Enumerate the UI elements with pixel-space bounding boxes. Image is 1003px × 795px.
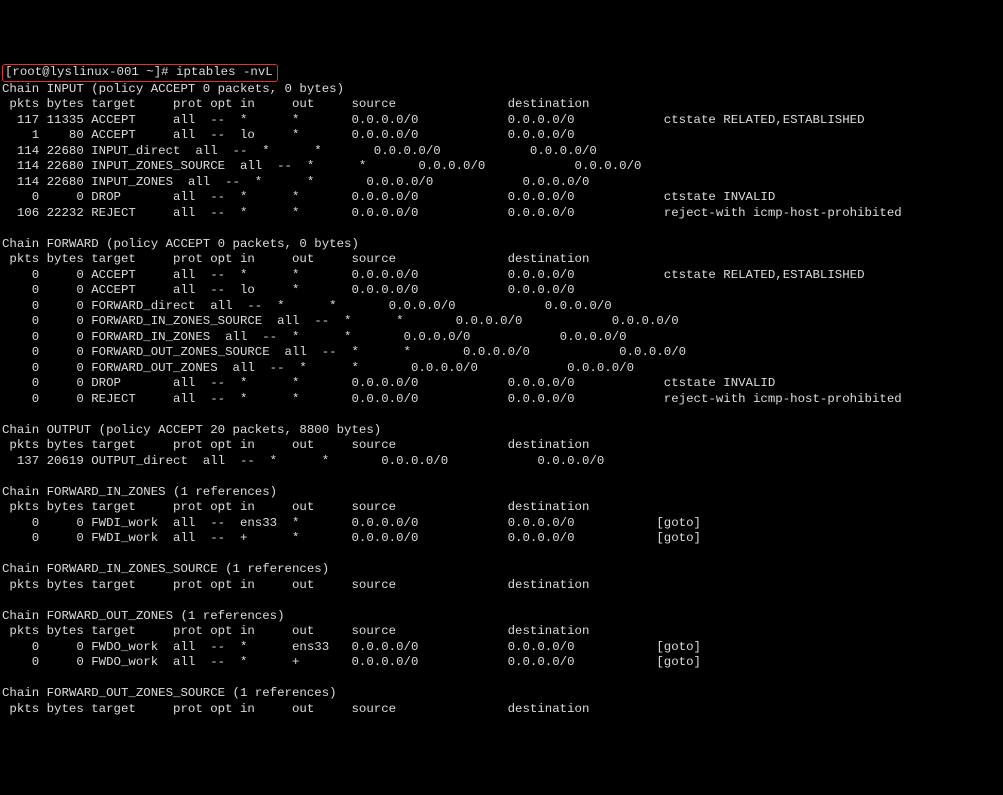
chain-header: Chain FORWARD_IN_ZONES (1 references) (2, 485, 1001, 501)
rule-row: 0 0 FORWARD_IN_ZONES all -- * * 0.0.0.0/… (2, 330, 1001, 346)
chain-header: Chain INPUT (policy ACCEPT 0 packets, 0 … (2, 82, 1001, 98)
rule-row: 0 0 FWDO_work all -- * ens33 0.0.0.0/0 0… (2, 640, 1001, 656)
rule-row: 0 0 FORWARD_OUT_ZONES all -- * * 0.0.0.0… (2, 361, 1001, 377)
rule-row: 106 22232 REJECT all -- * * 0.0.0.0/0 0.… (2, 206, 1001, 222)
rule-row: 137 20619 OUTPUT_direct all -- * * 0.0.0… (2, 454, 1001, 470)
column-header: pkts bytes target prot opt in out source… (2, 702, 1001, 718)
prompt-line[interactable]: [root@lyslinux-001 ~]# iptables -nvL (2, 64, 278, 82)
command-text: iptables -nvL (176, 65, 273, 79)
rule-row: 1 80 ACCEPT all -- lo * 0.0.0.0/0 0.0.0.… (2, 128, 1001, 144)
column-header: pkts bytes target prot opt in out source… (2, 438, 1001, 454)
rule-row: 114 22680 INPUT_ZONES_SOURCE all -- * * … (2, 159, 1001, 175)
rule-row: 0 0 DROP all -- * * 0.0.0.0/0 0.0.0.0/0 … (2, 190, 1001, 206)
chain-header: Chain FORWARD_OUT_ZONES (1 references) (2, 609, 1001, 625)
rule-row: 0 0 FWDO_work all -- * + 0.0.0.0/0 0.0.0… (2, 655, 1001, 671)
blank-line (2, 221, 1001, 237)
prompt-prefix: [root@lyslinux-001 ~]# (5, 65, 176, 79)
column-header: pkts bytes target prot opt in out source… (2, 97, 1001, 113)
rule-row: 0 0 FORWARD_direct all -- * * 0.0.0.0/0 … (2, 299, 1001, 315)
chain-header: Chain OUTPUT (policy ACCEPT 20 packets, … (2, 423, 1001, 439)
chain-header: Chain FORWARD (policy ACCEPT 0 packets, … (2, 237, 1001, 253)
blank-line (2, 671, 1001, 687)
rule-row: 0 0 FORWARD_OUT_ZONES_SOURCE all -- * * … (2, 345, 1001, 361)
blank-line (2, 469, 1001, 485)
chain-header: Chain FORWARD_OUT_ZONES_SOURCE (1 refere… (2, 686, 1001, 702)
column-header: pkts bytes target prot opt in out source… (2, 500, 1001, 516)
rule-row: 117 11335 ACCEPT all -- * * 0.0.0.0/0 0.… (2, 113, 1001, 129)
chain-header: Chain FORWARD_IN_ZONES_SOURCE (1 referen… (2, 562, 1001, 578)
blank-line (2, 407, 1001, 423)
rule-row: 0 0 FORWARD_IN_ZONES_SOURCE all -- * * 0… (2, 314, 1001, 330)
blank-line (2, 547, 1001, 563)
rule-row: 0 0 REJECT all -- * * 0.0.0.0/0 0.0.0.0/… (2, 392, 1001, 408)
terminal-output: Chain INPUT (policy ACCEPT 0 packets, 0 … (2, 82, 1001, 718)
rule-row: 0 0 DROP all -- * * 0.0.0.0/0 0.0.0.0/0 … (2, 376, 1001, 392)
column-header: pkts bytes target prot opt in out source… (2, 578, 1001, 594)
blank-line (2, 593, 1001, 609)
column-header: pkts bytes target prot opt in out source… (2, 624, 1001, 640)
rule-row: 114 22680 INPUT_ZONES all -- * * 0.0.0.0… (2, 175, 1001, 191)
rule-row: 0 0 FWDI_work all -- ens33 * 0.0.0.0/0 0… (2, 516, 1001, 532)
rule-row: 0 0 ACCEPT all -- lo * 0.0.0.0/0 0.0.0.0… (2, 283, 1001, 299)
column-header: pkts bytes target prot opt in out source… (2, 252, 1001, 268)
rule-row: 114 22680 INPUT_direct all -- * * 0.0.0.… (2, 144, 1001, 160)
rule-row: 0 0 ACCEPT all -- * * 0.0.0.0/0 0.0.0.0/… (2, 268, 1001, 284)
rule-row: 0 0 FWDI_work all -- + * 0.0.0.0/0 0.0.0… (2, 531, 1001, 547)
